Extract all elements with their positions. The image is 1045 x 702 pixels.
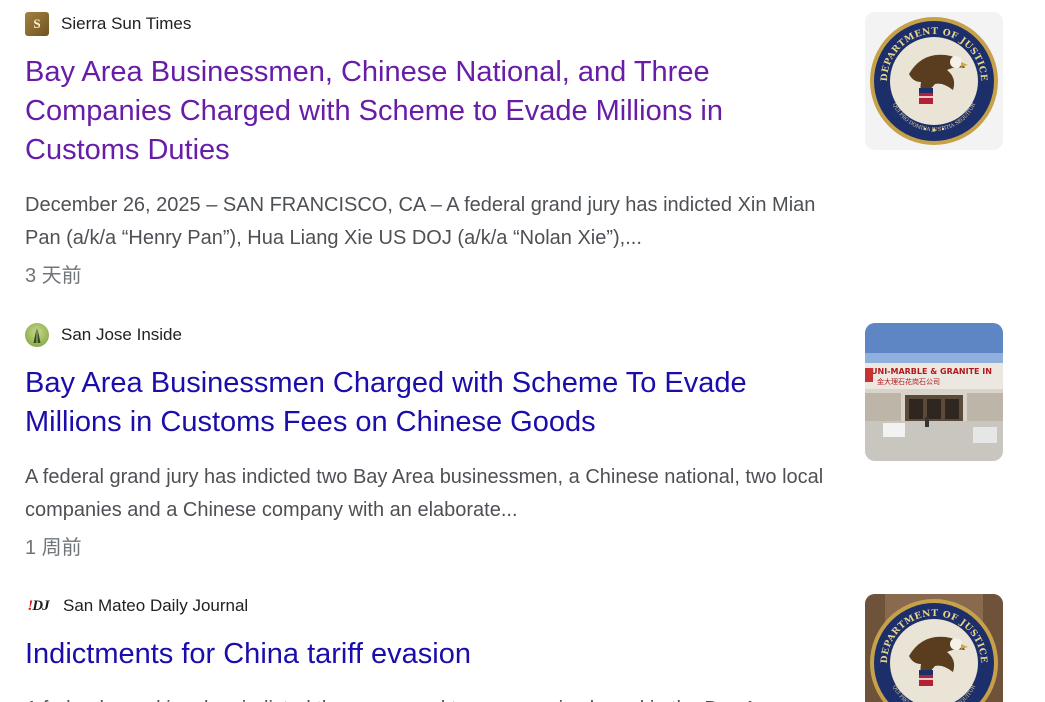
result-snippet: December 26, 2025 – SAN FRANCISCO, CA – … (25, 194, 816, 249)
result-title-link[interactable]: Indictments for China tariff evasion (25, 635, 815, 674)
san-mateo-daily-journal-favicon-icon: ! DJ (25, 594, 51, 618)
sierra-sun-times-favicon-icon: S (25, 12, 49, 36)
svg-text:金大理石花岗石公司: 金大理石花岗石公司 (877, 377, 940, 386)
doj-seal-icon: DEPARTMENT OF JUSTICE QUI PRO DOMINA JUS… (865, 594, 1003, 702)
result-snippet: A federal grand jury has indicted three … (25, 693, 825, 702)
tower-icon (33, 326, 41, 343)
result-title-link[interactable]: Bay Area Businessmen Charged with Scheme… (25, 364, 815, 442)
source-name: San Mateo Daily Journal (63, 596, 249, 615)
source-name: San Jose Inside (61, 325, 182, 344)
doj-seal-icon: DEPARTMENT OF JUSTICE QUI PRO DOMINA JUS… (865, 12, 1003, 150)
san-jose-inside-favicon-icon (25, 323, 49, 347)
source-name: Sierra Sun Times (61, 14, 192, 33)
svg-text:UNI-MARBLE & GRANITE IN: UNI-MARBLE & GRANITE IN (871, 367, 992, 376)
favicon-letters: DJ (32, 597, 49, 614)
storefront-photo-icon: UNI-MARBLE & GRANITE IN 金大理石花岗石公司 (865, 323, 1003, 461)
news-results-feed: S Sierra Sun Times Bay Area Businessmen,… (0, 0, 1045, 702)
result-age: 3 天前 (25, 265, 82, 287)
result-age: 1 周前 (25, 537, 82, 559)
result-thumbnail[interactable]: DEPARTMENT OF JUSTICE QUI PRO DOMINA JUS… (865, 594, 1003, 702)
result-thumbnail[interactable]: UNI-MARBLE & GRANITE IN 金大理石花岗石公司 (865, 323, 1003, 461)
favicon-letter: S (33, 16, 41, 31)
result-snippet: A federal grand jury has indicted two Ba… (25, 466, 824, 521)
result-thumbnail[interactable]: DEPARTMENT OF JUSTICE QUI PRO DOMINA JUS… (865, 12, 1003, 150)
result-title-link[interactable]: Bay Area Businessmen, Chinese National, … (25, 53, 815, 170)
